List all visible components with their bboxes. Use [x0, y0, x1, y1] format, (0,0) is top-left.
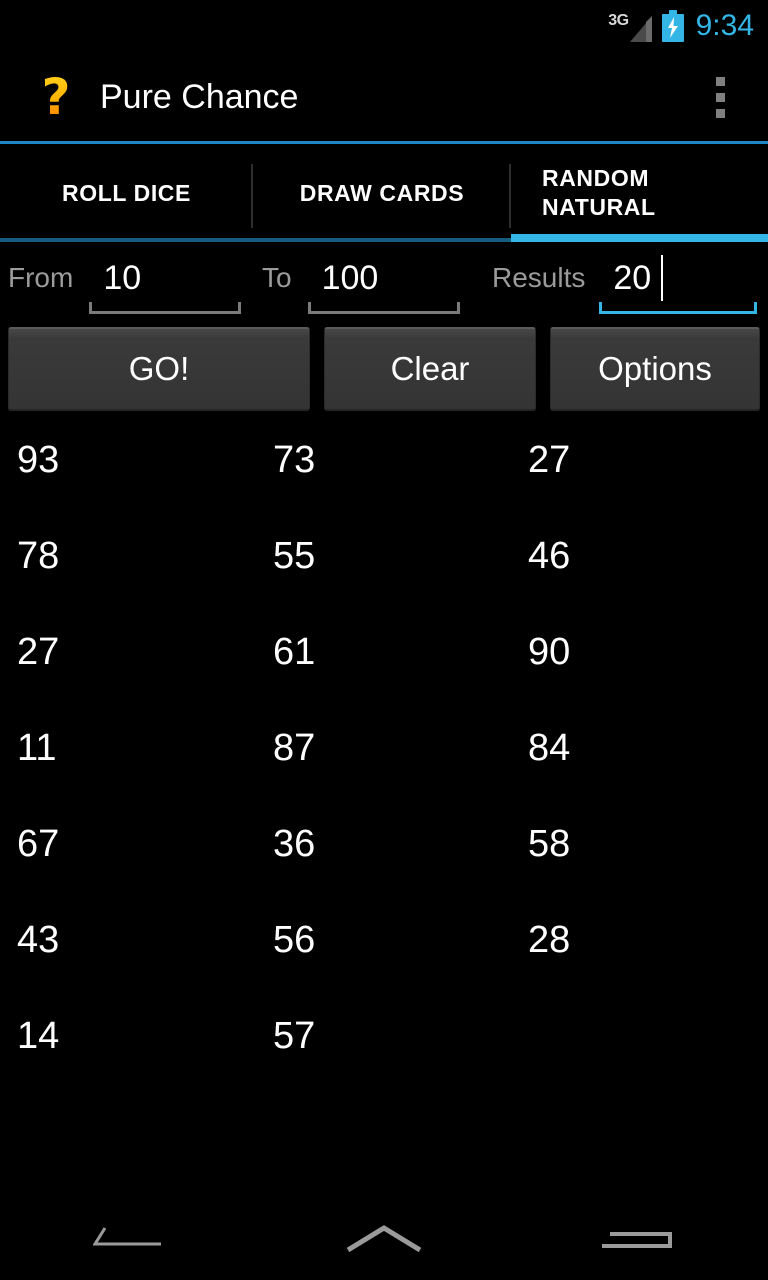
- results-field-group: Results 20: [492, 248, 758, 320]
- back-icon[interactable]: [0, 1204, 256, 1280]
- result-row: 93 73 27: [0, 430, 768, 526]
- result-value: 67: [17, 823, 60, 865]
- signal-triangle-icon: [629, 16, 652, 42]
- status-bar-clock: 9:34: [695, 9, 754, 42]
- lightning-bolt-icon: [667, 17, 678, 38]
- recents-icon[interactable]: [512, 1204, 768, 1280]
- results-input[interactable]: 20: [599, 248, 758, 314]
- tab-random-natural[interactable]: RANDOM NATURAL: [511, 144, 768, 242]
- system-navigation-bar: [0, 1204, 768, 1280]
- tab-roll-dice[interactable]: ROLL DICE: [0, 144, 253, 242]
- result-value: 73: [273, 439, 316, 481]
- result-row: 43 56 28: [0, 910, 768, 1006]
- status-bar: 3G 9:34: [0, 0, 768, 52]
- tab-indicator-active: [511, 234, 768, 242]
- result-value: 36: [273, 823, 316, 865]
- go-button[interactable]: GO!: [8, 327, 310, 411]
- to-input-underline: [307, 302, 460, 314]
- result-value: 61: [273, 631, 316, 673]
- from-label: From: [8, 262, 74, 293]
- to-label: To: [262, 262, 292, 293]
- result-value: 56: [273, 919, 316, 961]
- tab-draw-cards[interactable]: DRAW CARDS: [253, 144, 511, 242]
- result-value: 27: [17, 631, 60, 673]
- signal-indicator: 3G: [608, 10, 652, 42]
- result-row: 78 55 46: [0, 526, 768, 622]
- to-input-value: 100: [321, 259, 379, 297]
- result-value: 43: [17, 919, 60, 961]
- to-field-group: To 100: [262, 248, 460, 320]
- app-screen: 3G 9:34 ? Pure Chance ROLL DICE DRAW CAR…: [0, 0, 768, 1280]
- clear-button[interactable]: Clear: [324, 327, 536, 411]
- result-value: 57: [273, 1015, 316, 1057]
- overflow-menu-icon[interactable]: [702, 69, 738, 125]
- question-mark-icon: ?: [28, 72, 84, 122]
- result-value: 27: [528, 439, 571, 481]
- text-cursor: [661, 255, 664, 301]
- result-value: 55: [273, 535, 316, 577]
- result-value: 90: [528, 631, 571, 673]
- tab-draw-cards-label: DRAW CARDS: [299, 179, 465, 206]
- range-input-row: From 10 To 100 Results 20: [0, 248, 768, 320]
- battery-charging-icon: [661, 10, 684, 42]
- tab-random-natural-label: RANDOM NATURAL: [542, 165, 656, 220]
- result-value: 78: [17, 535, 60, 577]
- result-value: 28: [528, 919, 571, 961]
- result-row: 27 61 90: [0, 622, 768, 718]
- options-button-label: Options: [598, 350, 712, 387]
- tab-indicator: [0, 238, 253, 242]
- from-input-underline: [89, 302, 242, 314]
- result-value: 46: [528, 535, 571, 577]
- tab-indicator: [253, 238, 511, 242]
- result-row: 11 87 84: [0, 718, 768, 814]
- network-type-label: 3G: [608, 12, 629, 29]
- result-value: 84: [528, 727, 571, 769]
- clear-button-label: Clear: [390, 350, 470, 387]
- results-input-value: 20: [613, 259, 652, 297]
- result-value: 87: [273, 727, 316, 769]
- from-input[interactable]: 10: [89, 248, 242, 314]
- action-bar: ? Pure Chance: [0, 52, 768, 142]
- options-button[interactable]: Options: [550, 327, 760, 411]
- home-icon[interactable]: [256, 1204, 512, 1280]
- result-row: 14 57: [0, 1006, 768, 1102]
- action-button-row: GO! Clear Options: [0, 327, 768, 411]
- to-input[interactable]: 100: [307, 248, 460, 314]
- tab-bar: ROLL DICE DRAW CARDS RANDOM NATURAL: [0, 144, 768, 242]
- results-label: Results: [492, 262, 586, 293]
- results-input-underline: [599, 302, 758, 314]
- from-field-group: From 10: [8, 248, 242, 320]
- from-input-value: 10: [103, 259, 142, 297]
- result-value: 11: [17, 727, 57, 769]
- go-button-label: GO!: [128, 350, 190, 387]
- result-value: 14: [17, 1015, 60, 1057]
- result-value: 58: [528, 823, 571, 865]
- page-title: Pure Chance: [100, 77, 299, 116]
- result-value: 93: [17, 439, 60, 481]
- tab-roll-dice-label: ROLL DICE: [62, 179, 191, 206]
- results-grid: 93 73 27 78 55 46 27 61 90 11 87 84 67 3…: [0, 430, 768, 1110]
- result-row: 67 36 58: [0, 814, 768, 910]
